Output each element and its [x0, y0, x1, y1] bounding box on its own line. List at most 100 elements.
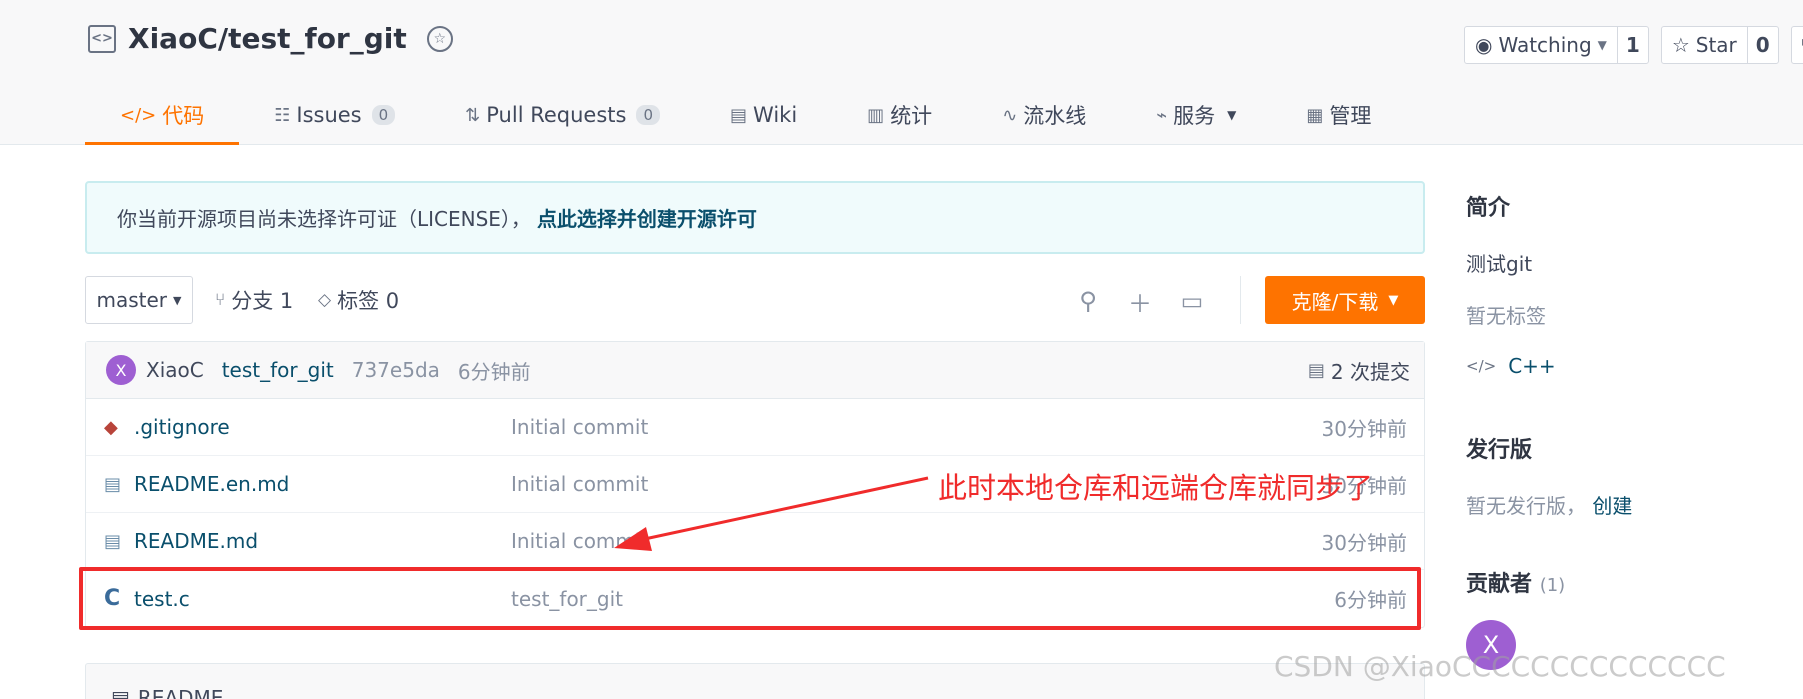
repo-description: 测试git [1466, 252, 1533, 276]
clone-download-button[interactable]: 克隆/下载 ▼ [1265, 276, 1425, 324]
repo-code-icon: <> [88, 24, 116, 53]
commit-message[interactable]: test_for_git [222, 358, 334, 382]
readme-book-icon: ▤ [104, 530, 122, 552]
code-icon: </> [120, 104, 157, 126]
tab-label: 服务 [1173, 104, 1216, 128]
language-tag[interactable]: </> C++ [1466, 354, 1556, 378]
annotation-text: 此时本地仓库和远端仓库就同步了 [938, 471, 1374, 505]
contributors-count: (1) [1539, 575, 1566, 596]
star-button[interactable]: ☆ Star [1662, 27, 1748, 63]
service-icon: ⌁ [1156, 104, 1168, 126]
branches-link[interactable]: ⑂ 分支 1 [215, 276, 293, 324]
branch-icon: ⑂ [215, 290, 226, 310]
pull-request-icon: ⇅ [465, 104, 481, 126]
issues-count-badge: 0 [371, 105, 396, 125]
repo-actions: ◉ Watching ▼ 1 ☆ Star 0 ⑂ [1464, 26, 1803, 64]
releases-info: 暂无发行版， 创建 [1466, 490, 1632, 519]
tags-label: 标签 0 [337, 289, 400, 313]
tab-issues[interactable]: ☷ Issues 0 [239, 88, 430, 145]
repo-name[interactable]: XiaoC/test_for_git [128, 22, 407, 55]
releases-heading: 发行版 [1466, 438, 1533, 463]
web-ide-icon[interactable]: ▭ [1175, 284, 1209, 318]
file-name[interactable]: .gitignore [134, 415, 230, 439]
star-count[interactable]: 0 [1748, 27, 1778, 63]
readme-file-icon: ▤ [111, 686, 130, 699]
latest-commit-bar: X XiaoC test_for_git 737e5da 6分钟前 ▤ 2 次提… [86, 342, 1424, 399]
readme-header: ▤ README [111, 686, 223, 699]
commit-author[interactable]: XiaoC [146, 358, 204, 382]
file-commit-message[interactable]: Initial commit [511, 415, 648, 439]
file-commit-message[interactable]: Initial commit [511, 472, 648, 496]
tab-label: 统计 [890, 104, 933, 128]
watch-count[interactable]: 1 [1618, 27, 1648, 63]
tab-label: 流水线 [1023, 104, 1087, 128]
wiki-icon: ▤ [730, 104, 748, 126]
tags-link[interactable]: ◇ 标签 0 [318, 276, 399, 324]
git-file-icon: ◆ [104, 416, 118, 438]
clone-label: 克隆/下载 [1291, 289, 1379, 314]
language-label: C++ [1508, 354, 1556, 378]
watch-label: Watching [1498, 33, 1592, 57]
repo-tabs: </> 代码 ☷ Issues 0 ⇅ Pull Requests 0 ▤ Wi… [85, 88, 1406, 145]
tab-label: 代码 [162, 104, 205, 128]
add-file-icon[interactable]: ＋ [1123, 284, 1157, 318]
tab-wiki[interactable]: ▤ Wiki [695, 88, 832, 145]
no-release-text: 暂无发行版， [1466, 494, 1586, 518]
tab-code[interactable]: </> 代码 [85, 88, 240, 145]
commits-link[interactable]: ▤ 2 次提交 [1308, 342, 1410, 399]
chevron-down-icon: ▼ [1388, 292, 1399, 308]
watch-button[interactable]: ◉ Watching ▼ [1465, 27, 1618, 63]
manage-icon: ▦ [1306, 104, 1324, 126]
file-row[interactable]: ◆ .gitignore Initial commit 30分钟前 [86, 399, 1424, 456]
star-button-group: ☆ Star 0 [1660, 26, 1779, 64]
commit-sha[interactable]: 737e5da [352, 358, 440, 382]
tab-label: Issues [296, 103, 362, 127]
file-time: 30分钟前 [1321, 530, 1407, 555]
tab-pull-requests[interactable]: ⇅ Pull Requests 0 [430, 88, 695, 145]
create-release-link[interactable]: 创建 [1592, 494, 1632, 518]
branch-select[interactable]: master ▼ [85, 276, 193, 324]
file-name[interactable]: README.md [134, 529, 258, 553]
fork-icon[interactable]: ⑂ [1790, 26, 1803, 64]
commits-label: 2 次提交 [1330, 360, 1410, 384]
branches-label: 分支 1 [231, 289, 294, 313]
tag-icon: ◇ [318, 290, 332, 310]
contributors-heading: 贡献者 [1466, 572, 1533, 597]
readme-book-icon: ▤ [104, 473, 122, 495]
file-commit-message[interactable]: Initial commit [511, 529, 648, 553]
eye-icon: ◉ [1475, 33, 1493, 57]
tab-pipeline[interactable]: ∿ 流水线 [967, 88, 1121, 145]
star-icon: ☆ [1671, 33, 1690, 57]
file-time: 30分钟前 [1321, 416, 1407, 441]
tab-services[interactable]: ⌁ 服务 ▼ [1121, 88, 1271, 145]
license-text: 你当前开源项目尚未选择许可证（LICENSE）， [117, 207, 531, 231]
repo-title-bar: <> XiaoC/test_for_git ☆ [88, 22, 453, 55]
search-icon[interactable]: ⚲ [1071, 284, 1105, 318]
file-row[interactable]: ▤ README.md Initial commit 30分钟前 [86, 513, 1424, 570]
watch-button-group: ◉ Watching ▼ 1 [1464, 26, 1649, 64]
avatar[interactable]: X [106, 355, 136, 385]
watermark: CSDN @XiaoCCCCCCCCCCCCCC [1274, 650, 1726, 683]
branch-name: master [96, 288, 168, 312]
readme-panel: ▤ README [85, 663, 1425, 699]
chart-icon: ▥ [867, 104, 885, 126]
commit-history-icon: ▤ [1307, 360, 1325, 381]
issues-icon: ☷ [274, 104, 291, 126]
create-license-link[interactable]: 点此选择并创建开源许可 [537, 203, 757, 232]
no-tags-text: 暂无标签 [1466, 304, 1546, 328]
star-label: Star [1695, 33, 1737, 57]
code-icon: </> [1466, 357, 1497, 375]
readme-label: README [137, 686, 224, 699]
chevron-down-icon: ▼ [1597, 38, 1607, 52]
pr-count-badge: 0 [636, 105, 661, 125]
tab-label: 管理 [1329, 104, 1372, 128]
tab-label: Wiki [753, 103, 798, 127]
highlight-box [79, 567, 1421, 630]
file-name[interactable]: README.en.md [134, 472, 289, 496]
tab-manage[interactable]: ▦ 管理 [1271, 88, 1406, 145]
tab-stats[interactable]: ▥ 统计 [832, 88, 967, 145]
verified-badge-icon[interactable]: ☆ [426, 25, 453, 52]
chevron-down-icon: ▼ [173, 293, 182, 307]
pipeline-icon: ∿ [1002, 104, 1018, 126]
contributors-heading-row: 贡献者 (1) [1466, 566, 1565, 598]
